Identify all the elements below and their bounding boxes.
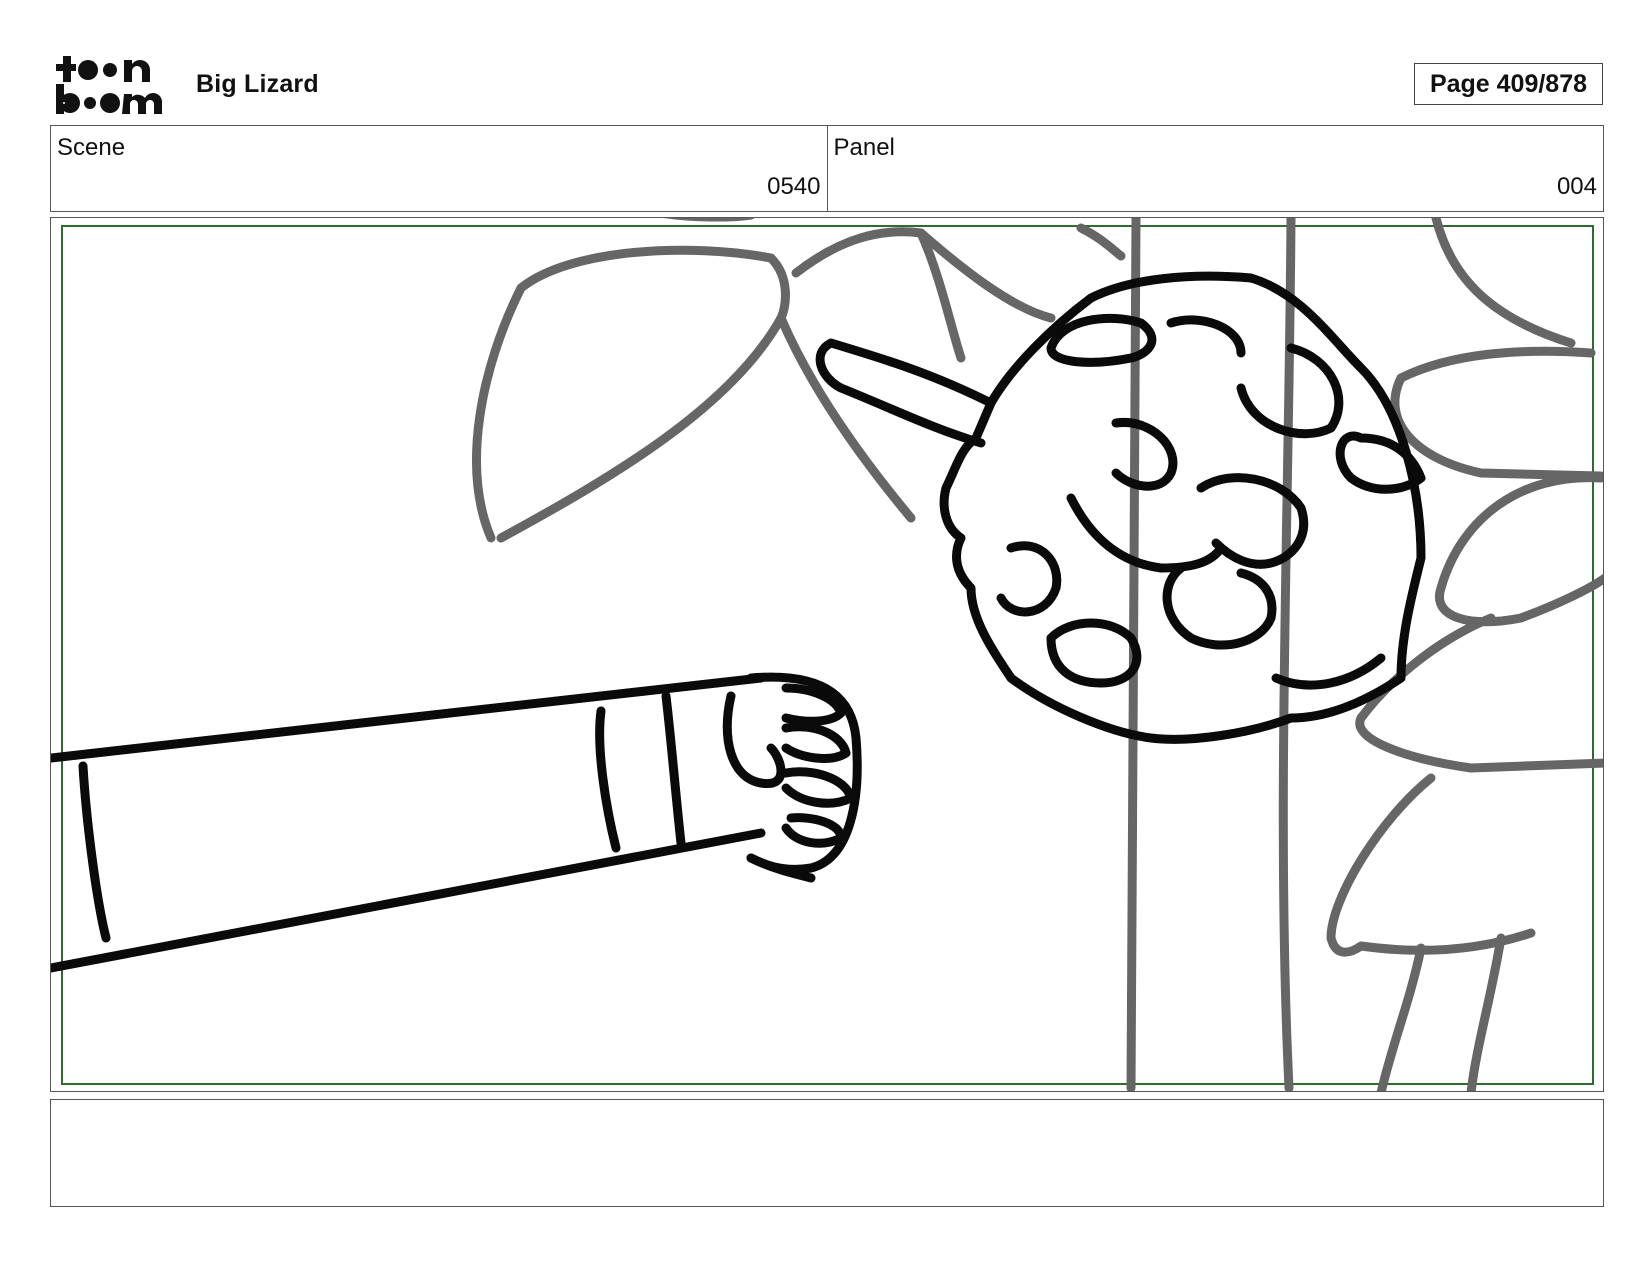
toonboom-logo <box>54 52 172 116</box>
scene-panel-info: Scene 0540 Panel 004 <box>50 125 1604 212</box>
panel-number: 004 <box>1556 173 1597 200</box>
panel-label: Panel <box>833 134 895 161</box>
safe-area-frame <box>61 225 1594 1085</box>
page-indicator: Page 409/878 <box>1414 63 1603 105</box>
scene-number: 0540 <box>767 173 821 200</box>
flower-ball <box>815 271 1426 744</box>
background-leaves <box>472 218 1603 1091</box>
storyboard-sketch <box>51 218 1603 1091</box>
storyboard-panel <box>50 217 1604 1092</box>
arm-and-fist <box>51 672 862 973</box>
scene-cell: Scene 0540 <box>51 126 827 211</box>
project-title: Big Lizard <box>196 70 319 98</box>
panel-cell: Panel 004 <box>826 126 1604 211</box>
panel-notes-box <box>50 1099 1604 1207</box>
scene-label: Scene <box>57 134 126 161</box>
